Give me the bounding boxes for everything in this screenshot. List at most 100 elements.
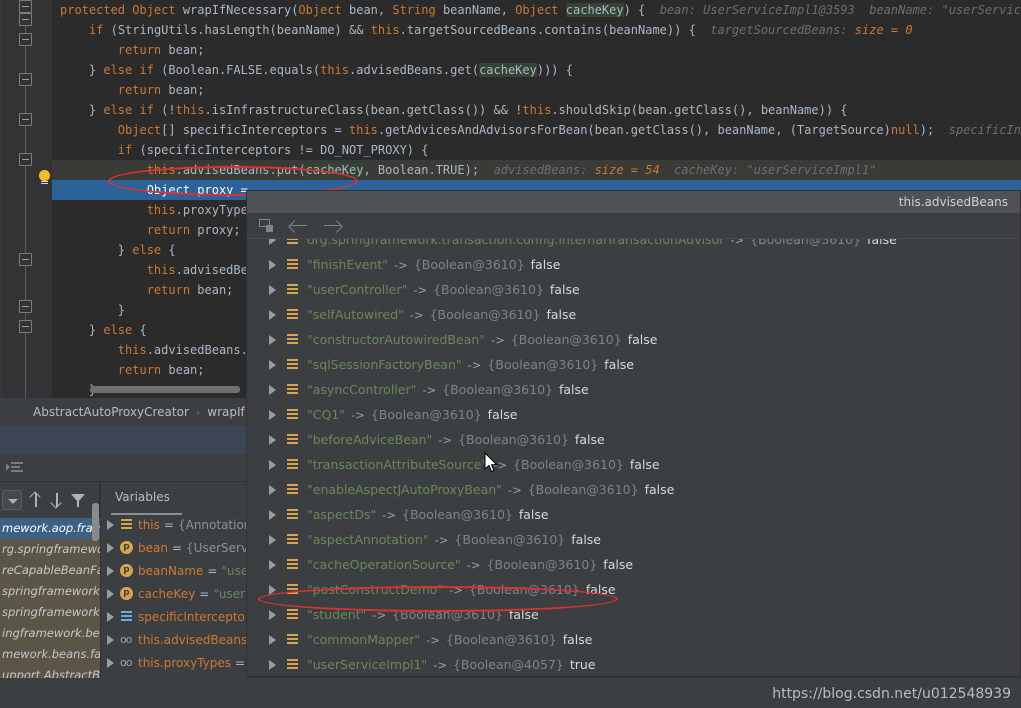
arrow-left-icon[interactable]: [289, 219, 309, 233]
expand-triangle-icon[interactable]: [269, 559, 276, 570]
arrow-down-icon[interactable]: [50, 492, 64, 508]
expand-triangle-icon[interactable]: [269, 334, 276, 345]
code-line[interactable]: return bean;: [52, 80, 1021, 100]
fold-marker[interactable]: [19, 113, 32, 126]
popup-entry-row[interactable]: "CQ1" -> {Boolean@3610} false: [247, 402, 1020, 427]
popup-entry-row[interactable]: org.springframework.transaction.config.i…: [247, 239, 1020, 252]
code-line[interactable]: return bean;: [52, 40, 1021, 60]
popup-entry-row[interactable]: "userController" -> {Boolean@3610} false: [247, 277, 1020, 302]
popup-entry-row[interactable]: "aspectAnnotation" -> {Boolean@3610} false: [247, 527, 1020, 552]
frames-toolbar[interactable]: [0, 482, 100, 518]
frame-row[interactable]: rg.springframewo: [0, 539, 100, 560]
expand-triangle-icon[interactable]: [107, 588, 114, 599]
popup-toolbar[interactable]: [247, 213, 1020, 239]
expand-triangle-icon[interactable]: [269, 584, 276, 595]
arrow-up-icon[interactable]: [29, 492, 43, 508]
variable-row[interactable]: specificInterceptor: [101, 605, 247, 628]
variable-row[interactable]: p cacheKey="userS: [101, 582, 247, 605]
expand-triangle-icon[interactable]: [107, 542, 114, 553]
popup-entry-row[interactable]: "sqlSessionFactoryBean" -> {Boolean@3610} f…: [247, 352, 1020, 377]
equals-sign: =: [235, 655, 246, 670]
popup-entry-row[interactable]: "postConstructDemo" -> {Boolean@3610} false: [247, 577, 1020, 602]
fold-marker[interactable]: [19, 33, 32, 46]
popup-entry-row[interactable]: "finishEvent" -> {Boolean@3610} false: [247, 252, 1020, 277]
variable-row[interactable]: p bean = {UserServi: [101, 536, 247, 559]
expand-triangle-icon[interactable]: [107, 634, 114, 645]
expand-triangle-icon[interactable]: [269, 509, 276, 520]
popup-entry-row[interactable]: "aspectDs" -> {Boolean@3610} false: [247, 502, 1020, 527]
fold-marker[interactable]: [19, 153, 32, 166]
variable-row[interactable]: oo this.proxyTypes =: [101, 651, 247, 674]
fold-marker[interactable]: [19, 253, 32, 266]
popup-entry-row[interactable]: "student" -> {Boolean@3610} false: [247, 602, 1020, 627]
frame-row[interactable]: springframework.: [0, 581, 100, 602]
popup-entry-row[interactable]: "cacheOperationSource" -> {Boolean@3610} fa…: [247, 552, 1020, 577]
expand-triangle-icon[interactable]: [269, 459, 276, 470]
frame-row[interactable]: mework.beans.fa: [0, 644, 100, 665]
expand-triangle-icon[interactable]: [107, 519, 114, 530]
thread-selector-dropdown[interactable]: [2, 490, 22, 510]
variables-list[interactable]: this = {Annotation p bean = {UserServi p beanNam…: [101, 513, 247, 674]
popup-entry-row[interactable]: "selfAutowired" -> {Boolean@3610} false: [247, 302, 1020, 327]
fold-marker[interactable]: [19, 320, 32, 333]
entry-key: "userServiceImpl1": [307, 657, 428, 672]
code-line[interactable]: } else if (Boolean.FALSE.equals(this.adv…: [52, 60, 1021, 80]
expand-triangle-icon[interactable]: [269, 384, 276, 395]
frames-panel[interactable]: mework.aop.fram rg.springframewo reCapable…: [0, 482, 100, 708]
frames-scrollbar[interactable]: [92, 503, 99, 541]
expand-triangle-icon[interactable]: [269, 309, 276, 320]
expand-triangle-icon[interactable]: [269, 609, 276, 620]
expand-triangle-icon[interactable]: [269, 534, 276, 545]
fold-marker[interactable]: [19, 13, 32, 26]
new-window-icon[interactable]: [259, 218, 275, 233]
expand-triangle-icon[interactable]: [107, 565, 114, 576]
code-line[interactable]: if (specificInterceptors != DO_NOT_PROXY…: [52, 140, 1021, 160]
expand-triangle-icon[interactable]: [269, 284, 276, 295]
code-line[interactable]: protected Object wrapIfNecessary(Object …: [52, 0, 1021, 20]
intention-bulb-icon[interactable]: [38, 170, 51, 186]
variables-panel[interactable]: Variables this = {Annotation p bean = {UserSer…: [101, 482, 247, 708]
breadcrumb-method[interactable]: wrapIf: [207, 405, 244, 419]
expand-triangle-icon[interactable]: [269, 259, 276, 270]
variable-row[interactable]: p beanName = "use: [101, 559, 247, 582]
frame-row[interactable]: springframework.: [0, 602, 100, 623]
expand-triangle-icon[interactable]: [107, 657, 114, 668]
layout-settings-icon[interactable]: [6, 461, 23, 474]
code-line[interactable]: this.advisedBeans.put(cacheKey, Boolean.…: [52, 160, 1021, 180]
popup-entry-row[interactable]: "constructorAutowiredBean" -> {Boolean@361…: [247, 327, 1020, 352]
fold-marker[interactable]: [19, 300, 32, 313]
expand-triangle-icon[interactable]: [269, 359, 276, 370]
popup-entry-row[interactable]: "beforeAdviceBean" -> {Boolean@3610} false: [247, 427, 1020, 452]
popup-entry-row[interactable]: "userServiceImpl1" -> {Boolean@4057} true: [247, 652, 1020, 676]
expand-triangle-icon[interactable]: [107, 611, 114, 622]
variable-row[interactable]: oo this.advisedBeans: [101, 628, 247, 651]
fold-marker[interactable]: [19, 73, 32, 86]
expand-triangle-icon[interactable]: [269, 634, 276, 645]
breadcrumb-class[interactable]: AbstractAutoProxyCreator: [33, 405, 189, 419]
code-line[interactable]: Object[] specificInterceptors = this.get…: [52, 120, 1021, 140]
tab-variables[interactable]: Variables: [101, 482, 247, 513]
expand-triangle-icon[interactable]: [269, 434, 276, 445]
frame-row[interactable]: reCapableBeanFa: [0, 560, 100, 581]
fold-marker[interactable]: [19, 0, 32, 13]
expand-triangle-icon[interactable]: [269, 409, 276, 420]
expand-triangle-icon[interactable]: [269, 659, 276, 670]
frame-row[interactable]: ingframework.be: [0, 623, 100, 644]
popup-entry-row[interactable]: "asyncController" -> {Boolean@3610} false: [247, 377, 1020, 402]
entry-value: false: [627, 332, 658, 347]
popup-entry-row[interactable]: "enableAspectJAutoProxyBean" -> {Boolean@3…: [247, 477, 1020, 502]
editor-horizontal-scrollbar[interactable]: [90, 386, 240, 393]
popup-entry-row[interactable]: "transactionAttributeSource" -> {Boolean@3…: [247, 452, 1020, 477]
arrow-right-icon[interactable]: [323, 219, 343, 233]
filter-funnel-icon[interactable]: [71, 493, 85, 508]
frame-row[interactable]: mework.aop.fram: [0, 518, 100, 539]
code-line[interactable]: if (StringUtils.hasLength(beanName) && t…: [52, 20, 1021, 40]
expand-triangle-icon[interactable]: [269, 239, 276, 245]
variable-row[interactable]: this = {Annotation: [101, 513, 247, 536]
evaluation-popup[interactable]: this.advisedBeans org.springframework.tr…: [246, 190, 1021, 677]
popup-entry-row[interactable]: "commonMapper" -> {Boolean@3610} false: [247, 627, 1020, 652]
editor-gutter[interactable]: [0, 0, 52, 398]
popup-entry-list[interactable]: org.springframework.transaction.config.i…: [247, 239, 1020, 676]
code-line[interactable]: } else if (!this.isInfrastructureClass(b…: [52, 100, 1021, 120]
expand-triangle-icon[interactable]: [269, 484, 276, 495]
